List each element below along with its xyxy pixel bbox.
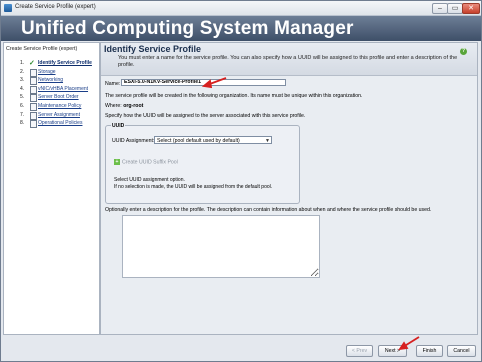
next-button[interactable]: Next > [378,345,407,357]
cancel-button[interactable]: Cancel [447,345,476,357]
step-label[interactable]: Operational Policies [38,120,82,126]
wizard-window: Create Service Profile (expert) – ▭ ✕ Un… [0,0,482,362]
create-uuid-suffix-pool-link[interactable]: + Create UUID Suffix Pool [114,159,178,165]
step-number: 1. [20,60,25,66]
uuid-group-legend: UUID [111,123,126,129]
close-button[interactable]: ✕ [462,3,480,14]
step-label[interactable]: Server Assignment [38,112,80,118]
step-label[interactable]: vNIC/vHBA Placement [38,86,88,92]
step-label[interactable]: Networking [38,77,63,83]
app-icon [4,4,12,12]
wizard-content-pane: Identify Service Profile You must enter … [100,42,478,335]
app-header-title: Unified Computing System Manager [21,18,354,39]
uuid-group: UUID UUID Assignment: Select (pool defau… [105,123,300,204]
dropdown-arrow-icon[interactable]: ▼ [265,137,270,145]
page-icon [30,111,37,120]
wizard-steps-pane: Create Service Profile (expert) 1. ✓ Ide… [3,42,100,335]
prev-button[interactable]: < Prev [346,345,373,357]
page-icon [30,77,37,86]
content-header: Identify Service Profile You must enter … [101,43,477,76]
page-description: You must enter a name for the service pr… [118,55,458,69]
page-title: Identify Service Profile [104,44,202,54]
wizard-button-bar: < Prev Next > Finish Cancel [1,334,481,361]
page-icon [30,102,37,111]
step-number: 2. [20,68,25,75]
create-pool-label: Create UUID Suffix Pool [122,159,178,166]
uuid-info: Specify how the UUID will be assigned to… [105,113,306,119]
uuid-note-2: If no selection is made, the UUID will b… [114,184,273,190]
name-label: Name: [105,81,121,87]
page-icon [30,94,37,103]
checkmark-icon: ✓ [29,60,35,67]
finish-button[interactable]: Finish [416,345,443,357]
maximize-button[interactable]: ▭ [447,3,463,14]
page-icon [30,85,37,94]
plus-icon: + [114,159,120,165]
step-label[interactable]: Maintenance Policy [38,103,81,109]
uuid-note-1: Select UUID assignment option. [114,177,185,183]
description-label: Optionally enter a description for the p… [105,207,432,213]
step-label[interactable]: Storage [38,69,56,75]
wizard-steps-title: Create Service Profile (expert) [6,46,78,52]
step-number: 5. [20,94,25,101]
where-value: org-root [123,103,144,109]
step-number: 7. [20,111,25,118]
app-header: Unified Computing System Manager [1,16,481,41]
help-icon[interactable]: ? [460,48,467,55]
step-number: 4. [20,85,25,92]
title-bar[interactable]: Create Service Profile (expert) – ▭ ✕ [1,1,481,16]
profile-name-input[interactable] [121,79,286,86]
description-textarea[interactable] [122,215,320,278]
uuid-assignment-select[interactable]: Select (pool default used by default) ▼ [154,136,272,144]
step-number: 3. [20,77,25,84]
step-number: 6. [20,102,25,109]
step-number: 8. [20,120,25,127]
page-icon [30,68,37,77]
where-label: Where: [105,103,122,109]
window-title: Create Service Profile (expert) [15,4,96,10]
uuid-assignment-value: Select (pool default used by default) [157,138,240,144]
form-area: Name: The service profile will be create… [101,76,477,334]
minimize-button[interactable]: – [432,3,448,14]
where-line: Where: org-root [105,103,143,109]
organization-info: The service profile will be created in t… [105,93,363,99]
page-icon [30,120,37,129]
uuid-assignment-label: UUID Assignment: [112,138,155,144]
step-label[interactable]: Server Boot Order [38,94,79,100]
step-label[interactable]: Identify Service Profile [38,60,92,66]
